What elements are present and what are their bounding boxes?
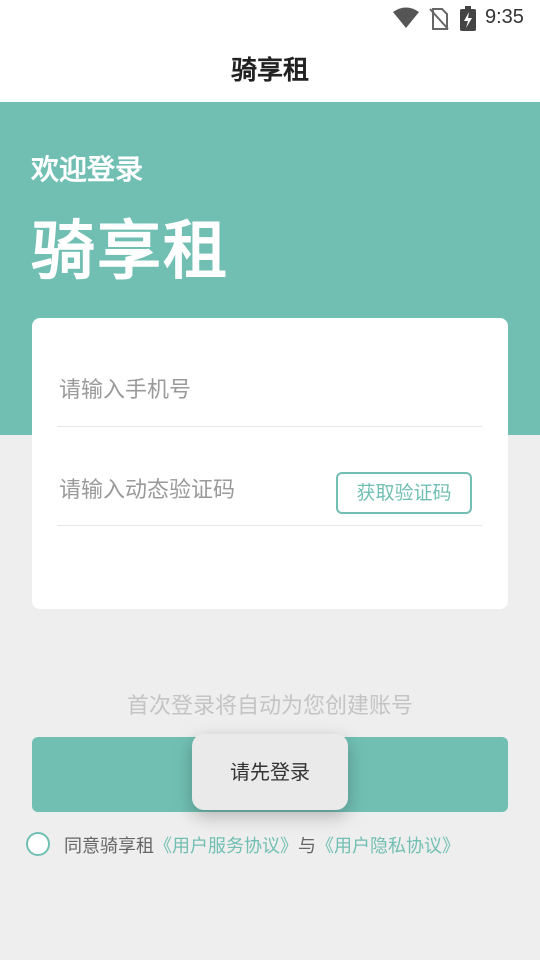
status-bar: 9:35 xyxy=(0,0,540,36)
privacy-agreement-link[interactable]: 《用户隐私协议》 xyxy=(316,836,460,857)
app-header: 骑享租 xyxy=(0,36,540,102)
no-sim-icon xyxy=(429,8,449,30)
verification-code-input[interactable] xyxy=(59,478,319,503)
status-time: 9:35 xyxy=(485,6,524,28)
phone-input[interactable] xyxy=(59,378,319,403)
code-field: 获取验证码 xyxy=(57,458,482,526)
login-form-card: 获取验证码 xyxy=(32,318,508,609)
toast-message: 请先登录 xyxy=(192,734,348,810)
wifi-icon xyxy=(393,7,419,28)
agreement-checkbox[interactable] xyxy=(26,832,50,856)
agreement-joiner: 与 xyxy=(298,836,316,857)
auto-register-hint: 首次登录将自动为您创建账号 xyxy=(126,694,413,719)
page-title: 骑享租 xyxy=(230,56,309,86)
welcome-text: 欢迎登录 xyxy=(31,153,144,186)
agreement-text: 同意骑享租《用户服务协议》与《用户隐私协议》 xyxy=(64,832,460,858)
service-agreement-link[interactable]: 《用户服务协议》 xyxy=(154,836,298,857)
phone-field xyxy=(57,358,482,427)
hero-app-name: 骑享租 xyxy=(31,215,229,289)
battery-charging-icon xyxy=(460,6,476,31)
get-code-button[interactable]: 获取验证码 xyxy=(336,472,472,514)
agreement-prefix: 同意骑享租 xyxy=(64,836,154,857)
